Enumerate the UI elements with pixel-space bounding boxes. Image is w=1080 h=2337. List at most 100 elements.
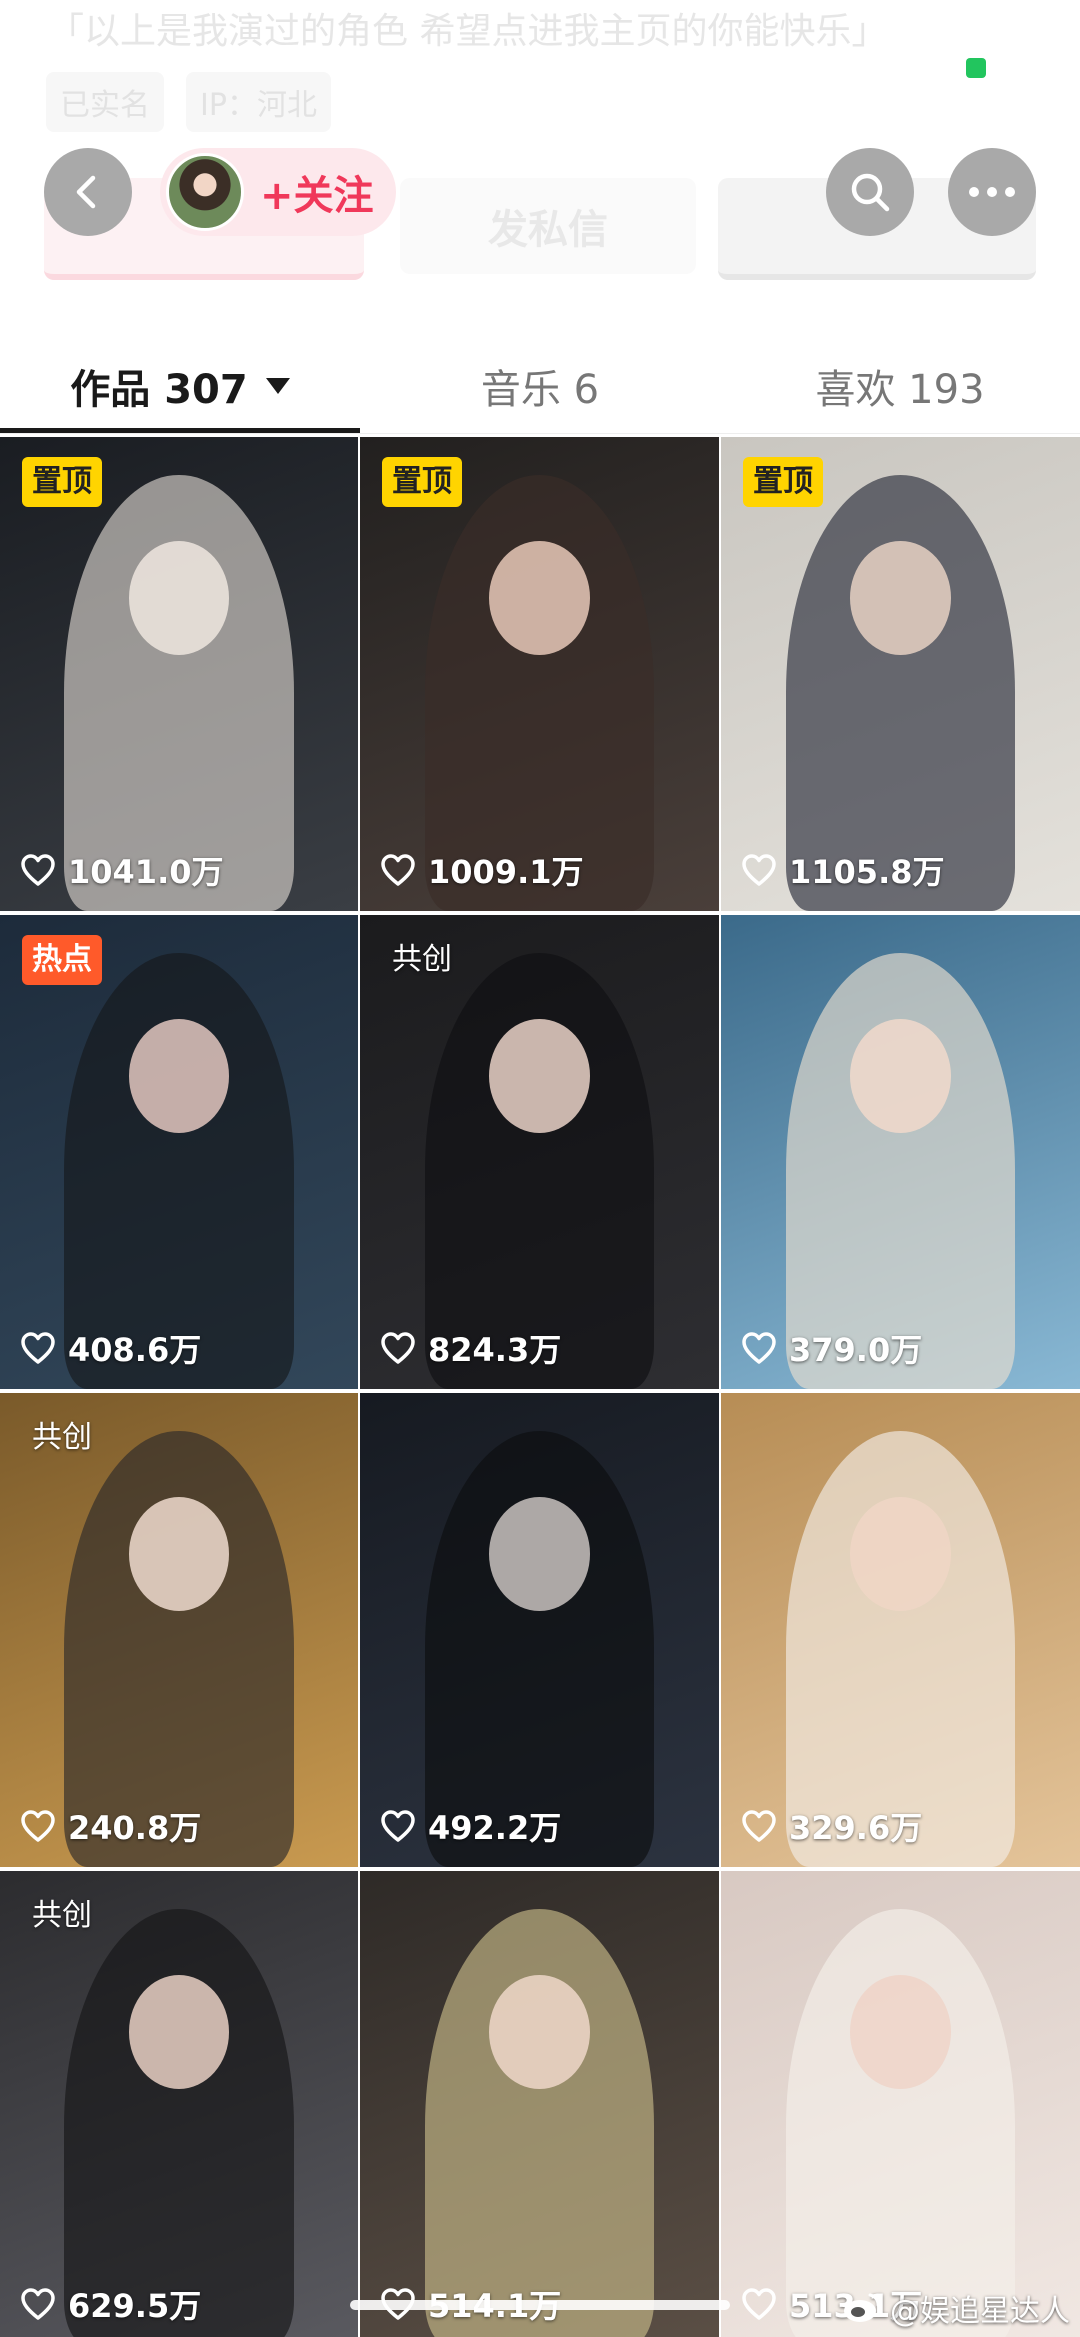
search-button[interactable]	[826, 148, 914, 236]
like-count-value: 329.6万	[789, 1809, 923, 1847]
content-tabs: 作品 307 音乐 6 喜欢 193	[0, 338, 1080, 434]
thumbnail-face	[489, 541, 590, 656]
heart-icon	[381, 1810, 415, 1842]
video-item[interactable]: 513.1万	[721, 1871, 1080, 2337]
video-item[interactable]: 共创 824.3万	[360, 915, 719, 1389]
heart-icon	[742, 854, 776, 886]
heart-icon	[742, 1810, 776, 1842]
like-count-value: 1105.8万	[789, 853, 945, 891]
video-item[interactable]: 共创 240.8万	[0, 1393, 358, 1867]
profile-bio: 「以上是我演过的角色 希望点进我主页的你能快乐」	[48, 11, 888, 52]
search-icon	[851, 173, 890, 212]
tab-likes[interactable]: 喜欢 193	[720, 338, 1080, 434]
like-count: 824.3万	[380, 1325, 561, 1371]
home-indicator	[350, 2300, 730, 2310]
profile-tags: 已实名 IP：河北	[46, 72, 331, 132]
video-item[interactable]: 379.0万	[721, 915, 1080, 1389]
heart-icon	[742, 1332, 776, 1364]
video-item[interactable]: 492.2万	[360, 1393, 719, 1867]
watermark: @娱追星达人	[842, 2286, 1070, 2330]
back-button[interactable]	[44, 148, 132, 236]
heart-icon	[21, 2288, 55, 2320]
video-item[interactable]: 514.1万	[360, 1871, 719, 2337]
video-thumbnail	[0, 437, 358, 911]
follow-button-label: +关注	[260, 173, 374, 219]
video-item[interactable]: 置顶 1041.0万	[0, 437, 358, 911]
tabs-divider	[0, 433, 1080, 434]
thumbnail-face	[128, 541, 230, 656]
thumbnail-face	[850, 1019, 951, 1134]
message-button: 发私信	[400, 178, 696, 274]
video-thumbnail	[360, 915, 719, 1389]
video-item[interactable]: 329.6万	[721, 1393, 1080, 1867]
heart-icon	[21, 854, 55, 886]
heart-icon	[742, 2288, 776, 2320]
video-badge: 置顶	[382, 457, 462, 507]
video-badge: 共创	[32, 1898, 92, 1933]
like-count: 1105.8万	[741, 847, 945, 893]
like-count: 329.6万	[741, 1803, 922, 1849]
thumbnail-face	[850, 541, 951, 656]
like-count: 240.8万	[20, 1803, 201, 1849]
video-item[interactable]: 共创 629.5万	[0, 1871, 358, 2337]
video-thumbnail	[360, 1871, 719, 2337]
video-badge: 热点	[22, 935, 102, 985]
like-count-value: 824.3万	[428, 1331, 562, 1369]
video-badge: 置顶	[743, 457, 823, 507]
video-thumbnail	[360, 1393, 719, 1867]
thumbnail-face	[128, 1975, 230, 2090]
tab-likes-label: 喜欢 193	[815, 367, 985, 413]
back-icon	[76, 175, 96, 209]
like-count-value: 408.6万	[68, 1331, 202, 1369]
video-thumbnail	[721, 437, 1080, 911]
thumbnail-face	[128, 1497, 230, 1612]
watermark-text: @娱追星达人	[890, 2294, 1070, 2329]
like-count-value: 492.2万	[428, 1809, 562, 1847]
thumbnail-face	[850, 1975, 951, 2090]
video-badge: 共创	[32, 1420, 92, 1455]
video-badge: 共创	[392, 942, 452, 977]
video-badge: 置顶	[22, 457, 102, 507]
like-count: 629.5万	[20, 2281, 201, 2327]
video-item[interactable]: 热点 408.6万	[0, 915, 358, 1389]
like-count-value: 1041.0万	[68, 853, 224, 891]
video-item[interactable]: 置顶 1009.1万	[360, 437, 719, 911]
video-thumbnail	[721, 1393, 1080, 1867]
tab-music[interactable]: 音乐 6	[360, 338, 720, 434]
like-count-value: 379.0万	[789, 1331, 923, 1369]
ip-location-tag: IP：河北	[186, 72, 331, 132]
thumbnail-face	[489, 1975, 590, 2090]
like-count: 492.2万	[380, 1803, 561, 1849]
more-button[interactable]	[948, 148, 1036, 236]
like-count-value: 1009.1万	[428, 853, 584, 891]
thumbnail-face	[128, 1019, 230, 1134]
like-count: 379.0万	[741, 1325, 922, 1371]
like-count: 1009.1万	[380, 847, 584, 893]
thumbnail-figure	[424, 1908, 655, 2337]
heart-icon	[381, 854, 415, 886]
heart-icon	[21, 1332, 55, 1364]
video-thumbnail	[360, 437, 719, 911]
heart-icon	[381, 1332, 415, 1364]
thumbnail-face	[850, 1497, 951, 1612]
follow-pill[interactable]: +关注	[160, 148, 396, 236]
video-thumbnail	[721, 915, 1080, 1389]
video-item[interactable]: 置顶 1105.8万	[721, 437, 1080, 911]
weibo-icon	[844, 2293, 880, 2322]
video-thumbnail	[0, 915, 358, 1389]
heart-icon	[21, 1810, 55, 1842]
status-indicator	[966, 58, 986, 78]
verified-tag: 已实名	[46, 72, 164, 132]
video-thumbnail	[0, 1393, 358, 1867]
video-grid: 置顶 1041.0万 置顶 1009.1万 置顶 1105.8万 热点 408.6万 共创 824…	[0, 437, 1080, 2337]
thumbnail-face	[489, 1019, 590, 1134]
thumbnail-face	[489, 1497, 590, 1612]
tab-works-label: 作品 307	[70, 367, 248, 413]
tab-works[interactable]: 作品 307	[0, 338, 360, 434]
chevron-down-icon	[265, 378, 290, 394]
like-count: 408.6万	[20, 1325, 201, 1371]
thumbnail-figure	[64, 1908, 294, 2337]
like-count-value: 629.5万	[68, 2287, 202, 2325]
profile-page: 「以上是我演过的角色 希望点进我主页的你能快乐」 已实名 IP：河北 发私信 +…	[0, 0, 1080, 2337]
tab-music-label: 音乐 6	[480, 367, 600, 413]
